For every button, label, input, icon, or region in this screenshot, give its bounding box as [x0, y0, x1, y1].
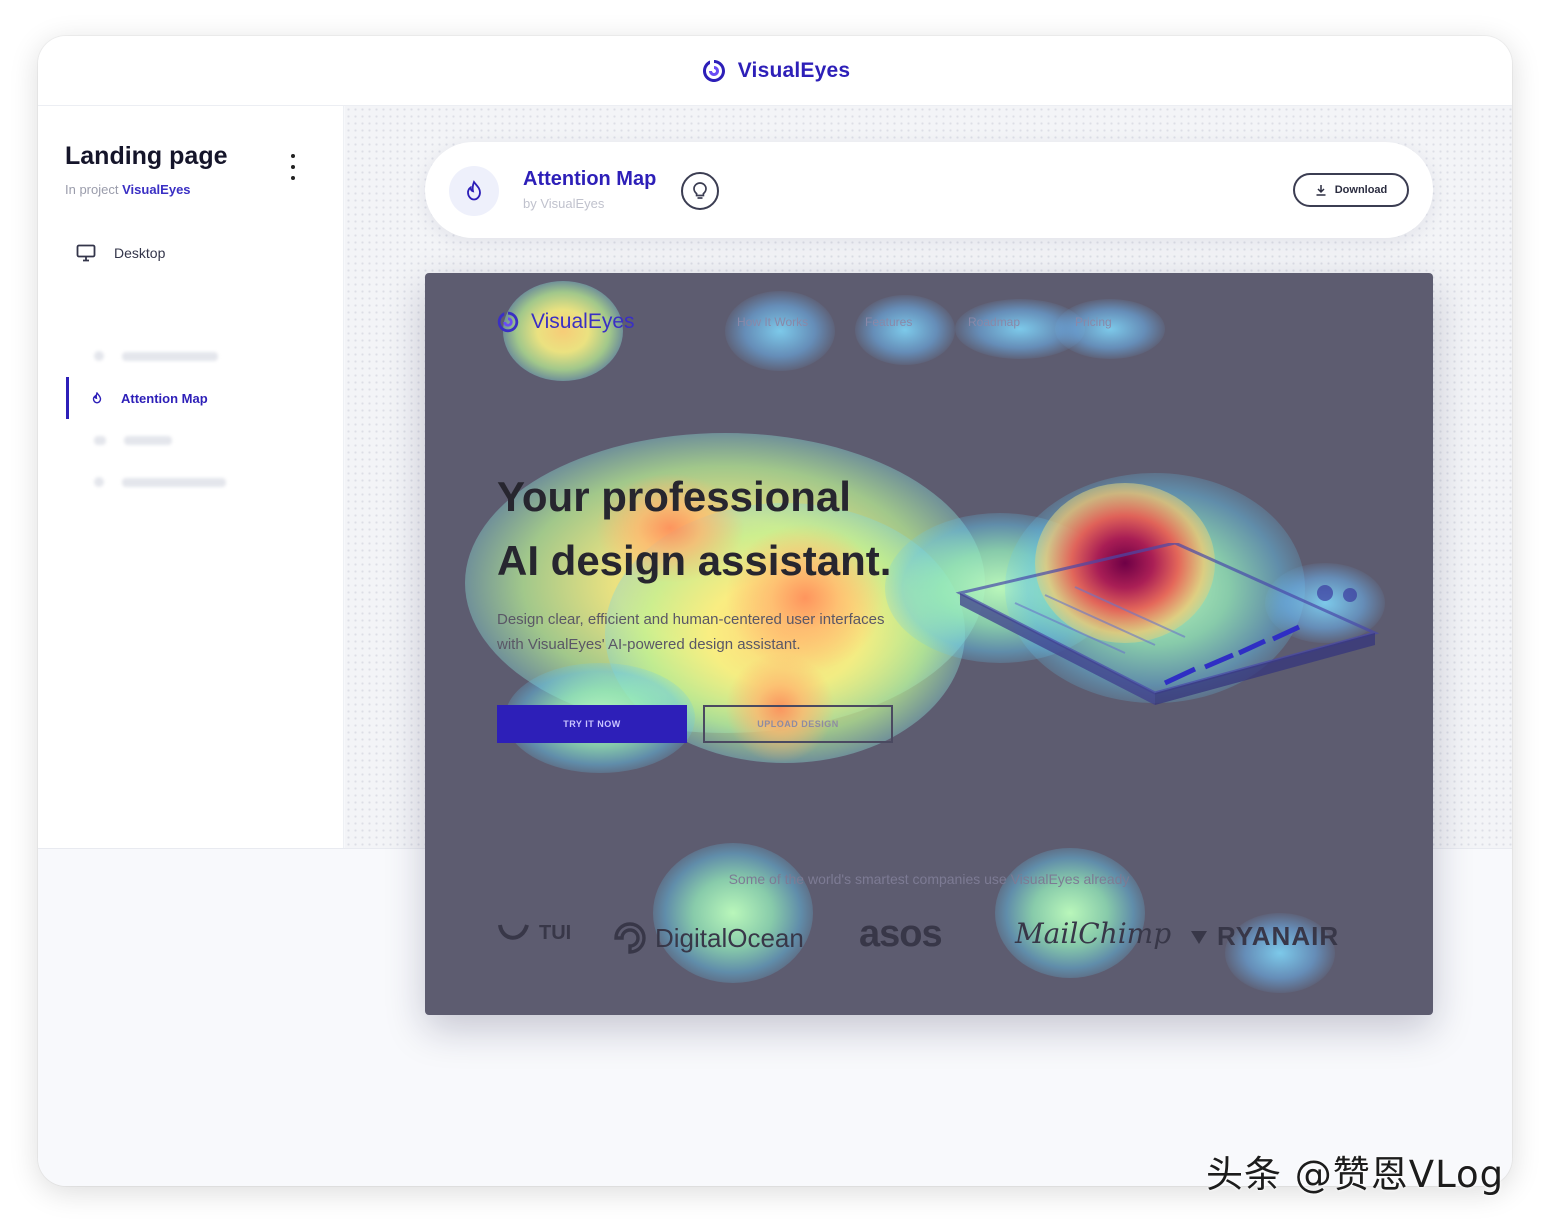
logo-mailchimp: MailChimp: [1015, 917, 1171, 950]
preview-trust-line: Some of the world's smartest companies u…: [728, 871, 1130, 887]
logo-text: RYANAIR: [1217, 921, 1340, 951]
result-header-card: Attention Map by VisualEyes Download: [425, 142, 1433, 238]
menu-item-label: Attention Map: [121, 390, 208, 406]
preview-headline: Your professional AI design assistant.: [497, 465, 891, 593]
blurred-label: [122, 477, 226, 487]
logo-digitalocean: DigitalOcean: [613, 921, 804, 955]
menu-item-hidden-2[interactable]: [66, 419, 302, 461]
result-subtitle: by VisualEyes: [523, 196, 605, 211]
logo-text: DigitalOcean: [655, 922, 804, 953]
device-selector[interactable]: Desktop: [76, 244, 165, 262]
blurred-label: [124, 435, 172, 445]
heat-spot: [1055, 299, 1165, 359]
preview-nav-item: How It Works: [737, 315, 809, 329]
tui-smile-icon: [498, 924, 529, 940]
heat-spot: [855, 295, 955, 365]
digitalocean-icon: [614, 922, 646, 954]
blurred-icon: [94, 477, 104, 487]
logo-text: MailChimp: [1015, 917, 1172, 950]
laptop-illustration: [955, 543, 1380, 705]
menu-item-attention-map[interactable]: Attention Map: [66, 377, 302, 419]
flame-icon: [467, 180, 481, 201]
logo-text: TUI: [539, 921, 572, 944]
logo-ryanair: RYANAIR: [1189, 921, 1339, 952]
flame-icon: [92, 392, 102, 404]
preview-brand-name: VisualEyes: [531, 310, 635, 333]
brand-name: VisualEyes: [737, 58, 851, 82]
project-link[interactable]: VisualEyes: [122, 182, 190, 197]
headline-line-2: AI design assistant.: [497, 537, 892, 584]
app-window: VisualEyes Landing page In project Visua…: [38, 36, 1512, 1186]
page-title: Landing page: [65, 142, 228, 170]
attention-map-badge: [449, 166, 499, 216]
brand-logo[interactable]: VisualEyes: [700, 57, 851, 85]
sidebar: Landing page In project VisualEyes Deskt…: [38, 106, 344, 848]
preview-brand: VisualEyes: [495, 309, 635, 335]
project-subtitle: In project VisualEyes: [65, 182, 191, 197]
heat-spot: [995, 848, 1145, 978]
logo-asos: asos: [859, 913, 943, 956]
download-label: Download: [1334, 184, 1388, 196]
lightbulb-icon[interactable]: [681, 172, 719, 210]
headline-line-1: Your professional: [497, 473, 851, 520]
preview-try-button: TRY IT NOW: [497, 705, 687, 743]
project-prefix: In project: [65, 182, 119, 197]
eye-logo-icon: [497, 311, 519, 333]
preview-nav-item: Features: [865, 315, 913, 329]
download-icon: [1316, 185, 1326, 196]
logo-text: asos: [859, 913, 943, 955]
menu-item-hidden-1[interactable]: [66, 335, 302, 377]
heat-spot: [725, 291, 835, 371]
download-button[interactable]: Download: [1293, 173, 1409, 207]
result-title: Attention Map: [523, 168, 657, 190]
eye-logo-icon: [702, 59, 725, 82]
ryanair-harp-icon: [1191, 930, 1207, 944]
top-bar: VisualEyes: [38, 36, 1512, 106]
preview-paragraph: Design clear, efficient and human-center…: [497, 611, 885, 653]
lightbulb-glyph: [693, 182, 707, 199]
more-options-icon[interactable]: [286, 154, 300, 180]
blurred-label: [122, 351, 218, 361]
preview-nav-item: Roadmap: [968, 315, 1021, 329]
device-label: Desktop: [114, 245, 166, 261]
heat-spot: [653, 843, 813, 983]
logo-tui: TUI: [497, 921, 571, 945]
analysis-menu: Attention Map: [66, 321, 302, 517]
blurred-icon: [94, 351, 104, 361]
preview-upload-button: UPLOAD DESIGN: [703, 705, 893, 743]
blurred-icon: [94, 435, 106, 445]
preview-nav-item: Pricing: [1075, 315, 1112, 329]
menu-item-hidden-3[interactable]: [66, 461, 302, 503]
attention-heatmap[interactable]: VisualEyes How It Works Features Roadmap…: [425, 273, 1433, 1015]
watermark: 头条 @赞恩VLog: [1206, 1153, 1505, 1196]
monitor-icon: [76, 244, 96, 262]
